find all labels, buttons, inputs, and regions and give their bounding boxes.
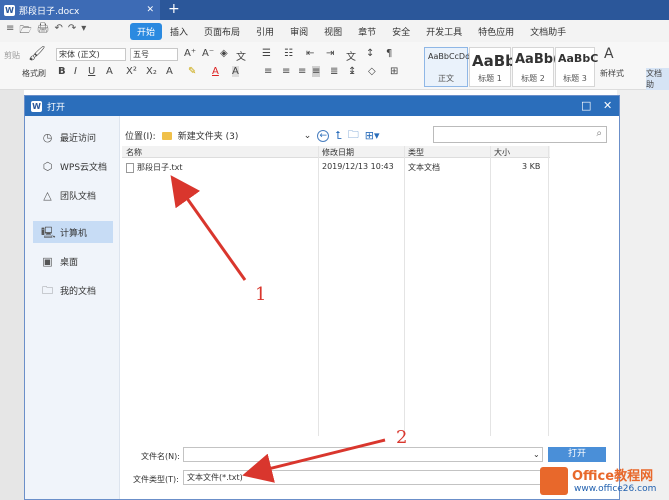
arrow-two <box>242 438 386 483</box>
annotation-arrows <box>170 175 386 483</box>
annotation-number-2: 2 <box>396 427 408 448</box>
arrow-one <box>170 175 247 281</box>
office-logo-icon <box>540 467 568 495</box>
watermark-title: Office教程网 <box>572 469 654 484</box>
watermark-logo: Office教程网 www.office26.com <box>538 463 669 500</box>
annotation-number-1: 1 <box>255 284 267 305</box>
watermark-url: www.office26.com <box>574 484 657 494</box>
